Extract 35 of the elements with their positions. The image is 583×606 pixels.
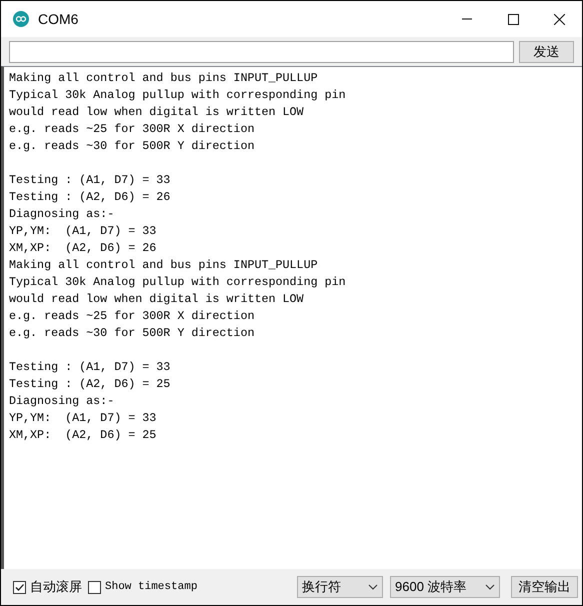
output-line: would read low when digital is written LOW bbox=[9, 104, 304, 121]
output-line: e.g. reads ~30 for 500R Y direction bbox=[9, 138, 254, 155]
app-logo-icon bbox=[13, 11, 29, 27]
output-line: YP,YM: (A1, D7) = 33 bbox=[9, 223, 156, 240]
output-line: Testing : (A2, D6) = 25 bbox=[9, 376, 170, 393]
output-line: XM,XP: (A2, D6) = 25 bbox=[9, 427, 156, 444]
output-line: Diagnosing as:- bbox=[9, 206, 114, 223]
minimize-icon bbox=[462, 18, 472, 20]
baud-rate-dropdown[interactable]: 9600 波特率 bbox=[390, 576, 500, 598]
output-line: e.g. reads ~25 for 300R X direction bbox=[9, 308, 254, 325]
output-line: XM,XP: (A2, D6) = 26 bbox=[9, 240, 156, 257]
send-input-field[interactable] bbox=[9, 40, 514, 62]
output-line: Typical 30k Analog pullup with corresponding pin bbox=[9, 87, 346, 104]
maximize-icon bbox=[508, 14, 518, 24]
output-line: Making all control and bus pins INPUT_PULLUP bbox=[9, 70, 318, 87]
output-line: Testing : (A1, D7) = 33 bbox=[9, 359, 170, 376]
output-line: Making all control and bus pins INPUT_PULLUP bbox=[9, 257, 318, 274]
chevron-down-icon bbox=[368, 584, 378, 590]
output-line: Testing : (A2, D6) = 26 bbox=[9, 189, 170, 206]
check-icon bbox=[14, 582, 25, 592]
output-line: Typical 30k Analog pullup with corresponding pin bbox=[9, 274, 346, 291]
window-title: COM6 bbox=[38, 10, 78, 28]
output-line: e.g. reads ~30 for 500R Y direction bbox=[9, 325, 254, 342]
line-ending-dropdown[interactable]: 换行符 bbox=[297, 576, 383, 598]
checkbox[interactable]: Show timestamp bbox=[88, 578, 198, 596]
output-line: e.g. reads ~25 for 300R X direction bbox=[9, 121, 254, 138]
output-line: Testing : (A1, D7) = 33 bbox=[9, 172, 170, 189]
send-button[interactable]: 发送 bbox=[519, 40, 574, 62]
checkbox[interactable]: 自动滚屏 bbox=[13, 577, 82, 597]
output-line: Diagnosing as:- bbox=[9, 393, 114, 410]
close-icon bbox=[554, 14, 564, 24]
output-line: would read low when digital is written LOW bbox=[9, 291, 304, 308]
output-line: YP,YM: (A1, D7) = 33 bbox=[9, 410, 156, 427]
chevron-down-icon bbox=[485, 584, 495, 590]
clear-output-button[interactable]: 清空输出 bbox=[511, 576, 578, 598]
